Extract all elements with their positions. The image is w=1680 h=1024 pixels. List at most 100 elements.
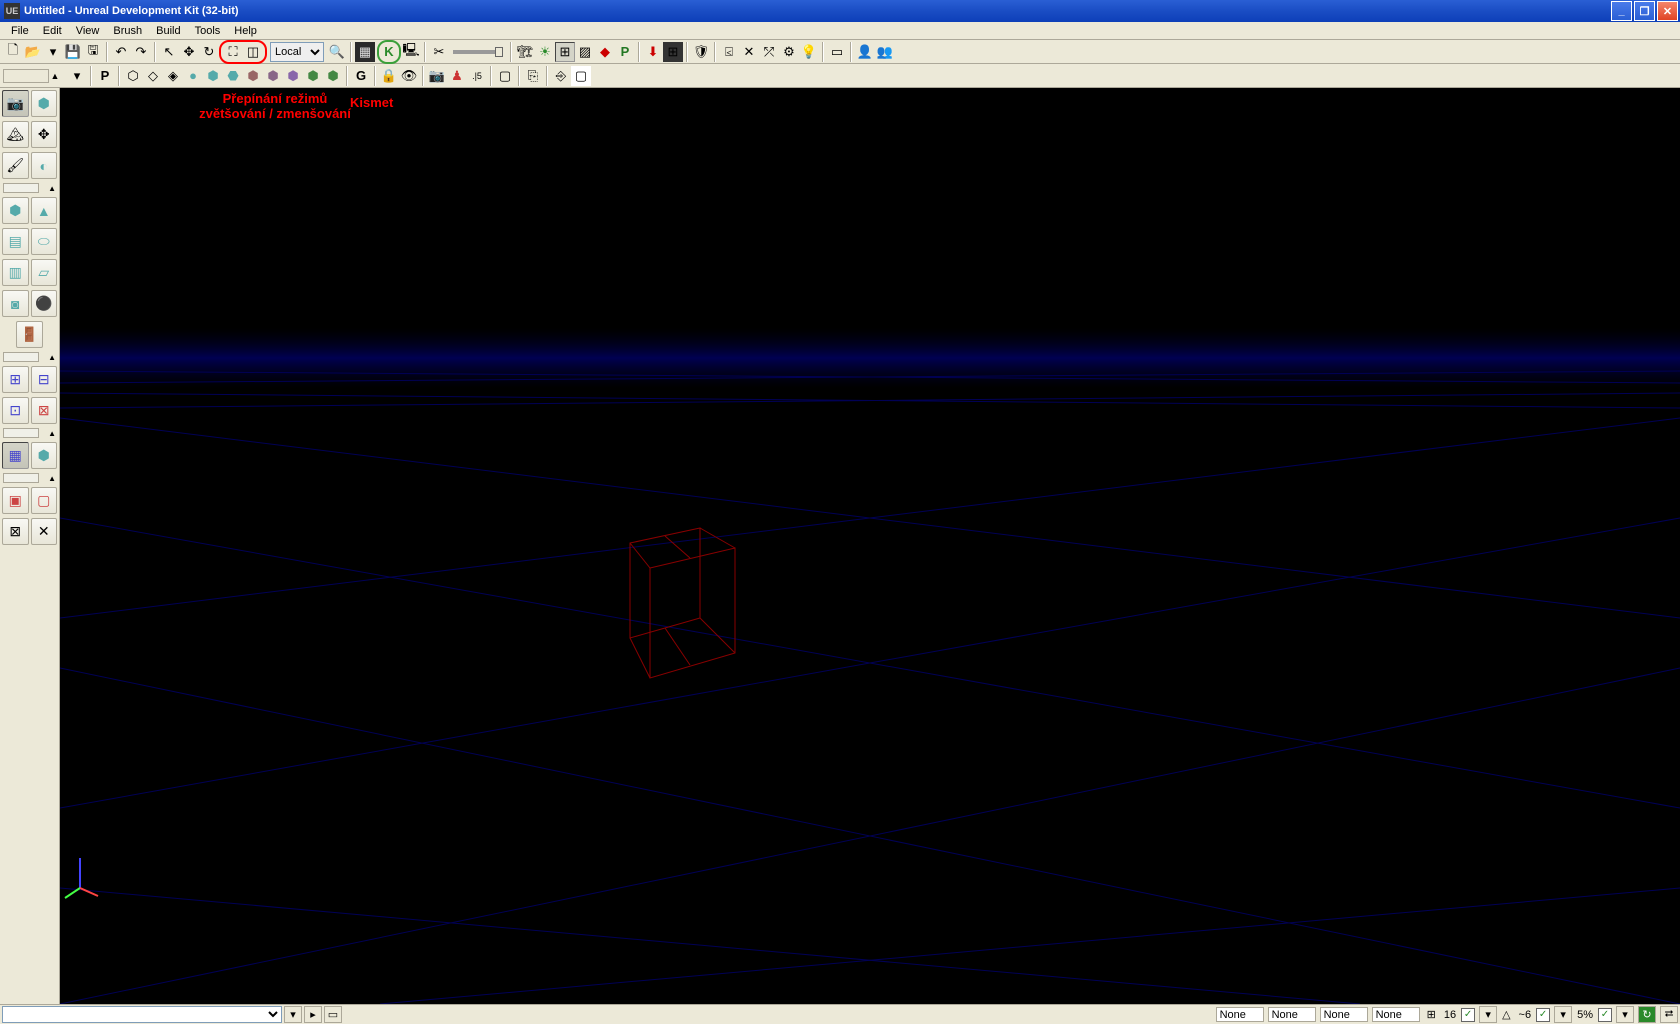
mode-dropdown[interactable] xyxy=(3,69,49,83)
select-red-button[interactable]: ▣ xyxy=(2,487,29,514)
terrain-mode-button[interactable]: 🏔 xyxy=(2,121,29,148)
viewport-3d[interactable] xyxy=(60,88,1680,1004)
cut-icon[interactable]: ✂ xyxy=(429,42,449,62)
solid-cube-icon[interactable]: ◈ xyxy=(163,66,183,86)
collapse-arrow-4[interactable]: ▲ xyxy=(48,474,56,483)
coord-space-select[interactable]: Local xyxy=(270,42,324,62)
hide-button[interactable]: ⊠ xyxy=(2,518,29,545)
tear-off-icon[interactable]: ⎘ xyxy=(523,66,543,86)
builder-brush-cube[interactable] xyxy=(630,528,735,678)
build-cover-icon[interactable]: ▨ xyxy=(575,42,595,62)
door-brush-button[interactable]: 🚪 xyxy=(16,321,43,348)
menu-file[interactable]: File xyxy=(4,24,36,38)
add-volume-button[interactable]: ⬢ xyxy=(31,442,58,469)
spiral-stairs-button[interactable]: ▥ xyxy=(2,259,29,286)
build-geom-icon[interactable]: 🏗 xyxy=(515,42,535,62)
cylinder-brush-button[interactable]: ⬭ xyxy=(31,228,58,255)
command-select[interactable] xyxy=(2,1006,282,1023)
minimize-button[interactable]: _ xyxy=(1611,1,1632,21)
lightmap-cube-icon[interactable]: ⬢ xyxy=(323,66,343,86)
texture-mode-button[interactable]: ◐ xyxy=(31,152,58,179)
cube-brush-button[interactable]: ⬢ xyxy=(2,197,29,224)
detail-cube-icon[interactable]: ⬢ xyxy=(263,66,283,86)
frame-white-icon[interactable]: ▢ xyxy=(571,66,591,86)
sb-window-button[interactable]: ▭ xyxy=(324,1006,342,1023)
shader-cube-icon[interactable]: ⬢ xyxy=(283,66,303,86)
select-red2-button[interactable]: ▢ xyxy=(31,487,58,514)
lock-icon[interactable]: 🔒 xyxy=(379,66,399,86)
speed-icon[interactable]: .|5 xyxy=(467,66,487,86)
autosave-button[interactable]: ↻ xyxy=(1638,1006,1656,1023)
csg-add-button[interactable]: ⊞ xyxy=(2,366,29,393)
menu-brush[interactable]: Brush xyxy=(106,24,149,38)
maximize-button[interactable]: ❐ xyxy=(1634,1,1655,21)
pawn-icon[interactable]: ♟ xyxy=(447,66,467,86)
csg-subtract-button[interactable]: ⊟ xyxy=(31,366,58,393)
brush-mode-button[interactable]: 🖌 xyxy=(2,152,29,179)
save-icon[interactable]: 💾 xyxy=(63,42,83,62)
grid-snap-checkbox[interactable]: ✓ xyxy=(1461,1008,1475,1022)
download-icon[interactable]: ⬇ xyxy=(643,42,663,62)
collapse-arrow-1[interactable]: ▲ xyxy=(48,184,56,193)
bulb-icon[interactable]: 💡 xyxy=(799,42,819,62)
scale-nonuniform-icon[interactable]: ◫ xyxy=(243,42,263,62)
cone-brush-button[interactable]: ▲ xyxy=(31,197,58,224)
connect-icon[interactable]: ⤱ xyxy=(759,42,779,62)
build-paths-icon[interactable]: ⊞ xyxy=(555,42,575,62)
dropdown-icon[interactable]: ▾ xyxy=(43,42,63,62)
redo-icon[interactable]: ↷ xyxy=(131,42,151,62)
section-dropdown-2[interactable] xyxy=(3,352,39,362)
people-icon[interactable]: 👥 xyxy=(875,42,895,62)
display-icon[interactable]: 🖳 xyxy=(401,42,421,62)
settings-icon[interactable]: ⚙ xyxy=(779,42,799,62)
save-all-icon[interactable]: 🖫 xyxy=(83,42,103,62)
pct-dropdown[interactable]: ▾ xyxy=(1616,1006,1634,1023)
angle-snap-checkbox[interactable]: ✓ xyxy=(1536,1008,1550,1022)
menu-tools[interactable]: Tools xyxy=(188,24,228,38)
new-icon[interactable]: 🗋 xyxy=(3,42,23,62)
grid-dark-icon[interactable]: ⊞ xyxy=(663,42,683,62)
section-dropdown-1[interactable] xyxy=(3,183,39,193)
socket-icon[interactable]: ⍃ xyxy=(719,42,739,62)
translate-icon[interactable]: ✥ xyxy=(179,42,199,62)
collapse-arrow-up[interactable]: ▲ xyxy=(49,70,61,82)
close-button[interactable]: ✕ xyxy=(1657,1,1678,21)
menu-help[interactable]: Help xyxy=(227,24,264,38)
csg-deintersect-button[interactable]: ⊠ xyxy=(31,397,58,424)
section-dropdown-3[interactable] xyxy=(3,428,39,438)
select-icon[interactable]: ↖ xyxy=(159,42,179,62)
csg-intersect-button[interactable]: ⊡ xyxy=(2,397,29,424)
sphere-brush-button[interactable]: ⚫ xyxy=(31,290,58,317)
viewport-maximize-icon[interactable]: ▢ xyxy=(495,66,515,86)
scale-uniform-icon[interactable]: ⛶ xyxy=(223,42,243,62)
person-icon[interactable]: 👤 xyxy=(855,42,875,62)
special-add-button[interactable]: ▦ xyxy=(2,442,29,469)
camera-icon[interactable]: 📷 xyxy=(427,66,447,86)
texture-cube-icon[interactable]: ⬣ xyxy=(223,66,243,86)
open-icon[interactable]: 📂 xyxy=(23,42,43,62)
complexity-cube-icon[interactable]: ⬢ xyxy=(303,66,323,86)
rotate-icon[interactable]: ↻ xyxy=(199,42,219,62)
solid-cube-outline-icon[interactable]: ◇ xyxy=(143,66,163,86)
undo-icon[interactable]: ↶ xyxy=(111,42,131,62)
sheet-brush-button[interactable]: ▱ xyxy=(31,259,58,286)
stairs-brush-button[interactable]: ▤ xyxy=(2,228,29,255)
menu-build[interactable]: Build xyxy=(149,24,187,38)
shield-icon[interactable]: 🛡 xyxy=(691,42,711,62)
menu-edit[interactable]: Edit xyxy=(36,24,69,38)
geometry-mode-button[interactable]: ⬢ xyxy=(31,90,58,117)
play-icon[interactable]: P xyxy=(615,42,635,62)
stream-icon[interactable]: ⎆ xyxy=(551,66,571,86)
wireframe-cube-icon[interactable]: ⬡ xyxy=(123,66,143,86)
viewport-container[interactable]: Přepínání režimů zvětšování / zmenšování… xyxy=(60,88,1680,1004)
build-lighting-icon[interactable]: ☀ xyxy=(535,42,555,62)
section-dropdown-4[interactable] xyxy=(3,473,39,483)
search-icon[interactable]: 🔍 xyxy=(327,42,347,62)
arrow-down-icon[interactable]: ▾ xyxy=(67,66,87,86)
volumetric-brush-button[interactable]: ◙ xyxy=(2,290,29,317)
collapse-arrow-3[interactable]: ▲ xyxy=(48,429,56,438)
crossing-icon[interactable]: ✕ xyxy=(739,42,759,62)
build-all-icon[interactable]: ◆ xyxy=(595,42,615,62)
pct-snap-checkbox[interactable]: ✓ xyxy=(1598,1008,1612,1022)
lit-sphere-icon[interactable]: ● xyxy=(183,66,203,86)
